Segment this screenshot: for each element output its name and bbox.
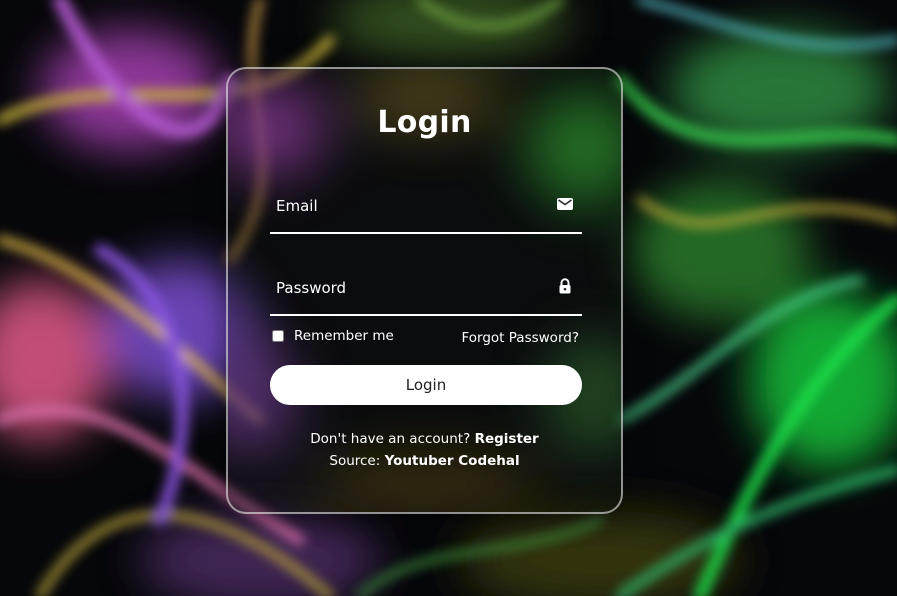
email-field-container xyxy=(270,180,582,234)
remember-me-checkbox[interactable] xyxy=(272,330,284,342)
source-label: Source: xyxy=(329,453,381,469)
page-title: Login xyxy=(377,105,472,140)
source-credit: Source: Youtuber Codehal xyxy=(228,453,621,469)
login-card: Login Remember me Forgot Password? Login… xyxy=(226,67,623,514)
email-input[interactable] xyxy=(274,192,548,220)
password-field-container xyxy=(270,262,582,316)
remember-me[interactable]: Remember me xyxy=(270,328,394,344)
lock-icon xyxy=(556,277,574,295)
source-value: Youtuber Codehal xyxy=(384,453,520,469)
login-button[interactable]: Login xyxy=(270,365,582,405)
register-prompt: Don't have an account? Register xyxy=(228,431,621,447)
register-link[interactable]: Register xyxy=(475,431,539,447)
remember-me-label: Remember me xyxy=(294,328,394,344)
password-input[interactable] xyxy=(274,274,548,302)
register-prompt-text: Don't have an account? xyxy=(310,431,471,447)
forgot-password-link[interactable]: Forgot Password? xyxy=(462,330,580,346)
mail-icon xyxy=(556,195,574,213)
